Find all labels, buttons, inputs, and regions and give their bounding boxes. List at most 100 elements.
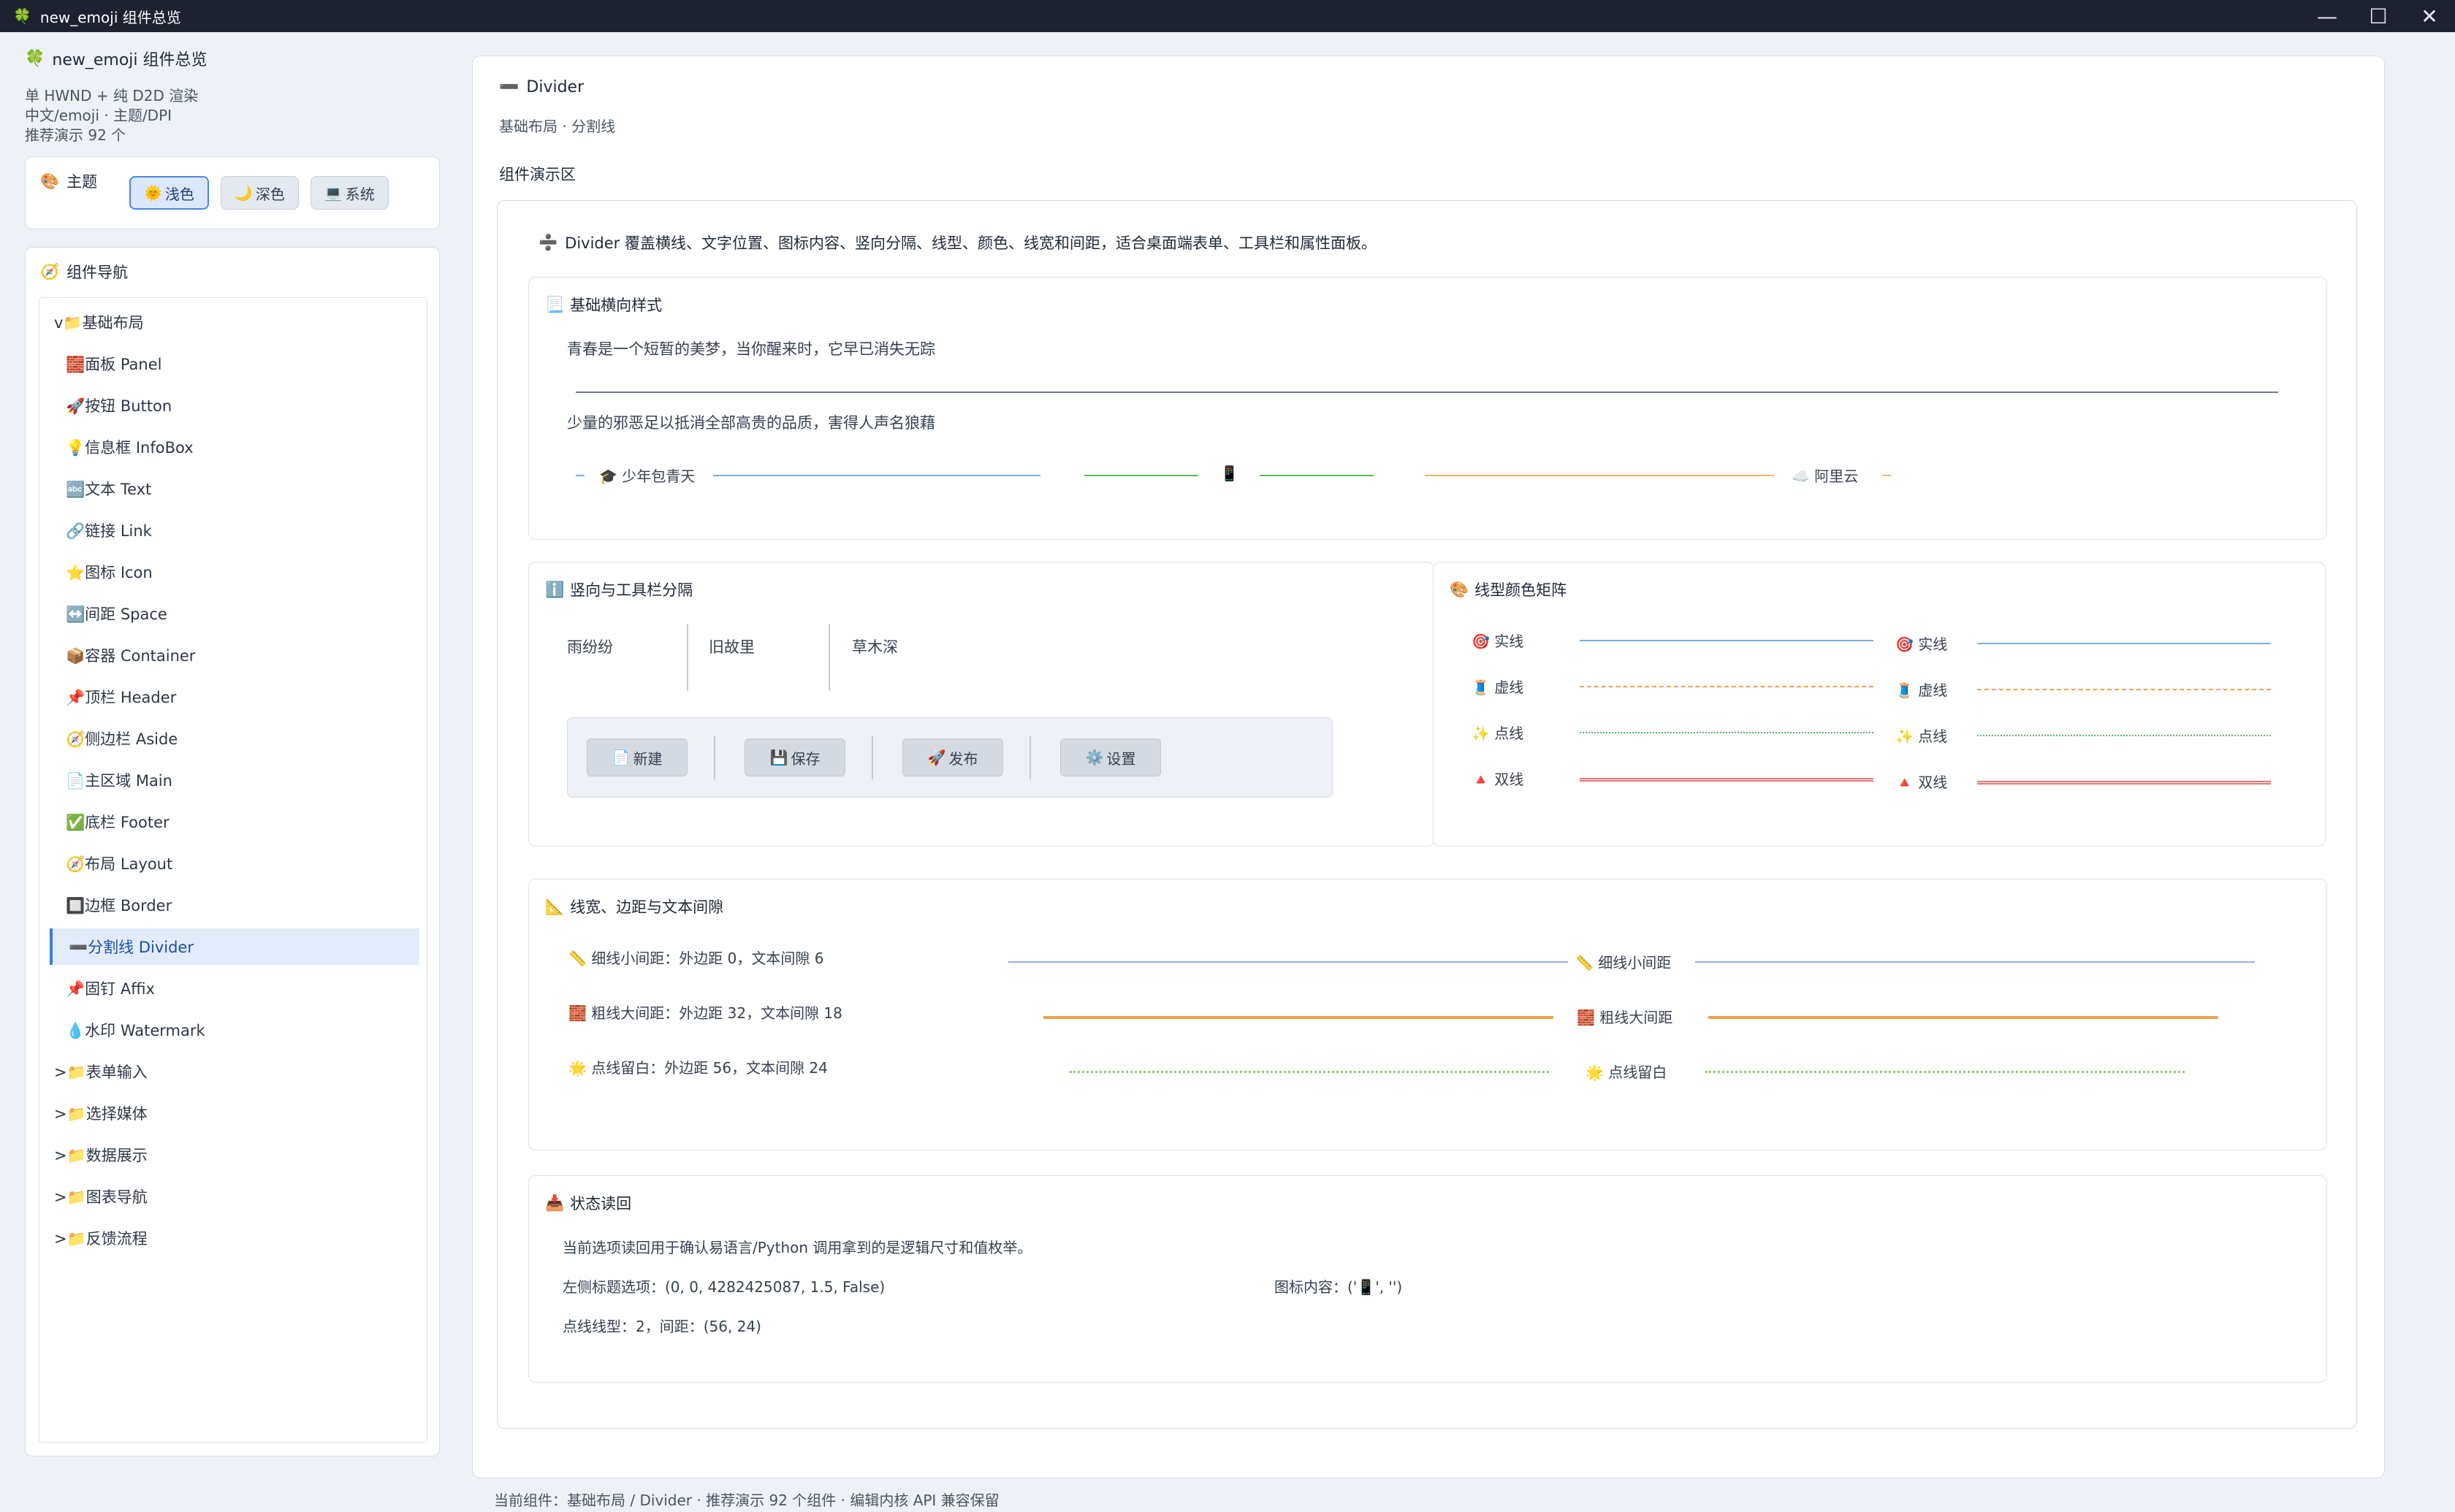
nav-item[interactable]: 🧭侧边栏 Aside xyxy=(50,720,419,757)
matrix-row-icon: 🎯 xyxy=(1895,635,1914,653)
nav-group[interactable]: v📁基础布局 xyxy=(50,304,419,340)
toolbar-divider-3 xyxy=(1029,736,1031,779)
gear-icon: ⚙️ xyxy=(1085,749,1104,766)
vertical-section: ℹ️ 竖向与工具栏分隔 雨纷纷 旧故里 草木深 📄 新建 💾 保存 🚀 发布 ⚙… xyxy=(528,562,1434,847)
publish-button[interactable]: 🚀 发布 xyxy=(902,738,1003,776)
spacing-divider-right xyxy=(1705,1071,2185,1073)
demo-intro-text: Divider 覆盖横线、文字位置、图标内容、竖向分隔、线型、颜色、线宽和间距，… xyxy=(565,234,1377,252)
spacing-row-text: 粗线大间距：外边距 32，文本间隙 18 xyxy=(591,1004,842,1022)
divider-right-text: 阿里云 xyxy=(1814,467,1859,485)
nav-item[interactable]: 📄主区域 Main xyxy=(50,762,419,798)
nav-item[interactable]: 📌顶栏 Header xyxy=(50,679,419,715)
demo-area-label: 组件演示区 xyxy=(499,166,576,183)
status-line-1: 当前选项读回用于确认易语言/Python 调用拿到的是逻辑尺寸和值枚举。 xyxy=(563,1239,1032,1256)
status-title-text: 状态读回 xyxy=(570,1195,632,1213)
cloud-icon: ☁️ xyxy=(1792,467,1810,485)
matrix-title-text: 线型颜色矩阵 xyxy=(1474,581,1567,599)
matrix-label: 🎯 实线 xyxy=(1895,633,1947,654)
status-bar: 当前组件：基础布局 / Divider · 推荐演示 92 个组件 · 编辑内核… xyxy=(494,1492,1000,1509)
nav-item[interactable]: ✅底栏 Footer xyxy=(50,803,419,840)
nav-item[interactable]: 🔗链接 Link xyxy=(50,512,419,549)
sidebar-brand: 🍀 new_emoji 组件总览 单 HWND + 纯 D2D 渲染 中文/em… xyxy=(25,47,441,145)
nav-item[interactable]: ➖分割线 Divider xyxy=(50,928,419,965)
matrix-label: 🎯 实线 xyxy=(1472,630,1523,651)
save-button-label: 保存 xyxy=(791,749,821,768)
matrix-divider-dashed xyxy=(1580,686,1873,687)
spacing-row-icon: 🧱 xyxy=(568,1004,587,1022)
spacing-row-icon: 🌟 xyxy=(568,1059,587,1077)
nav-card: 🧭 组件导航 v📁基础布局 🧱面板 Panel 🚀按钮 Button 💡信息框 Inf… xyxy=(25,247,440,1456)
nav-item[interactable]: 🧭布局 Layout xyxy=(50,845,419,882)
matrix-row-icon: 🧵 xyxy=(1472,679,1490,696)
status-section-title: 📥 状态读回 xyxy=(545,1192,631,1214)
nav-group[interactable]: >📁反馈流程 xyxy=(50,1220,419,1256)
divider-left-label: 🎓 少年包青天 xyxy=(599,465,695,486)
save-button[interactable]: 💾 保存 xyxy=(745,738,845,776)
nav-item[interactable]: ↔️间距 Space xyxy=(50,595,419,632)
spacing-divider-right xyxy=(1708,1016,2218,1019)
matrix-row-text: 点线 xyxy=(1918,728,1948,745)
matrix-divider-double xyxy=(1580,778,1873,782)
nav-item[interactable]: 📦容器 Container xyxy=(50,637,419,673)
nav-item[interactable]: ⭐图标 Icon xyxy=(50,554,419,590)
matrix-row-icon: 🔺 xyxy=(1895,774,1914,791)
clover-icon: 🍀 xyxy=(13,7,31,25)
matrix-label: ✨ 点线 xyxy=(1895,725,1947,746)
demo-area: ➗ Divider 覆盖横线、文字位置、图标内容、竖向分隔、线型、颜色、线宽和间… xyxy=(497,200,2357,1429)
spacing-row-icon: 📏 xyxy=(568,950,587,967)
settings-button[interactable]: ⚙️ 设置 xyxy=(1060,738,1161,776)
spacing-divider-label: 🌟 点线留白 xyxy=(1586,1061,1667,1082)
triangle-ruler-icon: 📐 xyxy=(545,897,565,915)
matrix-row-icon: 🎯 xyxy=(1472,633,1490,650)
nav-group[interactable]: >📁选择媒体 xyxy=(50,1095,419,1131)
matrix-divider-dashed xyxy=(1977,689,2271,690)
divider-center-left xyxy=(1084,475,1198,476)
toolbar-divider-2 xyxy=(872,736,873,779)
nav-group[interactable]: >📁数据展示 xyxy=(50,1137,419,1173)
nav-group[interactable]: >📁图表导航 xyxy=(50,1178,419,1215)
brand-title-text: new_emoji 组件总览 xyxy=(52,51,208,69)
matrix-label: 🔺 双线 xyxy=(1472,768,1523,789)
matrix-label: 🧵 虚线 xyxy=(1472,676,1523,697)
matrix-row-icon: 🔺 xyxy=(1472,771,1490,788)
theme-light-button[interactable]: 🌞 浅色 xyxy=(129,176,209,210)
theme-dark-button[interactable]: 🌙 深色 xyxy=(220,176,299,210)
info-line-2: 中文/emoji · 主题/DPI xyxy=(25,107,172,124)
spacing-divider-text: 粗线大间距 xyxy=(1599,1009,1673,1026)
spacing-divider-left xyxy=(1008,961,1568,963)
matrix-section: 🎨 线型颜色矩阵 🎯 实线 🎯 实线 🧵 虚线 🧵 虚线 ✨ 点线 ✨ 点线 🔺 双线 🔺 双… xyxy=(1433,562,2326,847)
nav-item[interactable]: 🔲边框 Border xyxy=(50,887,419,923)
settings-button-label: 设置 xyxy=(1106,749,1136,768)
vertical-section-title: ℹ️ 竖向与工具栏分隔 xyxy=(545,579,693,600)
spacing-divider-icon: 🌟 xyxy=(1586,1064,1604,1081)
spacing-row-label: 🧱 粗线大间距：外边距 32，文本间隙 18 xyxy=(568,1001,842,1023)
matrix-divider-double xyxy=(1977,781,2271,784)
window-title: new_emoji 组件总览 xyxy=(39,8,181,26)
new-button[interactable]: 📄 新建 xyxy=(587,738,688,776)
inbox-icon: 📥 xyxy=(545,1194,565,1212)
nav-header: 🧭 组件导航 xyxy=(40,261,128,283)
brand-title: 🍀 new_emoji 组件总览 xyxy=(25,47,441,70)
nav-item[interactable]: 🔤文本 Text xyxy=(50,470,419,507)
nav-item[interactable]: 💡信息框 InfoBox xyxy=(50,429,419,465)
theme-system-button[interactable]: 💻 系统 xyxy=(310,176,389,210)
matrix-section-title: 🎨 线型颜色矩阵 xyxy=(1450,579,1567,600)
component-subtitle: 基础布局 · 分割线 xyxy=(499,118,616,135)
info-icon: ℹ️ xyxy=(545,580,565,598)
rocket-icon: 🚀 xyxy=(927,749,946,766)
matrix-row-text: 实线 xyxy=(1494,633,1524,650)
new-button-label: 新建 xyxy=(633,749,663,768)
nav-group[interactable]: >📁表单输入 xyxy=(50,1053,419,1090)
maximize-button[interactable]: ☐ xyxy=(2353,0,2404,32)
vertical-divider-1 xyxy=(687,624,688,691)
nav-item[interactable]: 📌固钉 Affix xyxy=(50,970,419,1007)
minimize-button[interactable]: — xyxy=(2302,0,2353,32)
matrix-row-text: 双线 xyxy=(1918,774,1948,791)
matrix-divider-dotted xyxy=(1580,732,1873,733)
matrix-divider-solid xyxy=(1580,640,1873,641)
nav-item[interactable]: 🧱面板 Panel xyxy=(50,345,419,382)
nav-item[interactable]: 🚀按钮 Button xyxy=(50,387,419,424)
close-button[interactable]: ✕ xyxy=(2404,0,2455,32)
nav-item[interactable]: 💧水印 Watermark xyxy=(50,1012,419,1048)
status-line-3: 点线线型：2，间距：(56, 24) xyxy=(563,1318,761,1335)
